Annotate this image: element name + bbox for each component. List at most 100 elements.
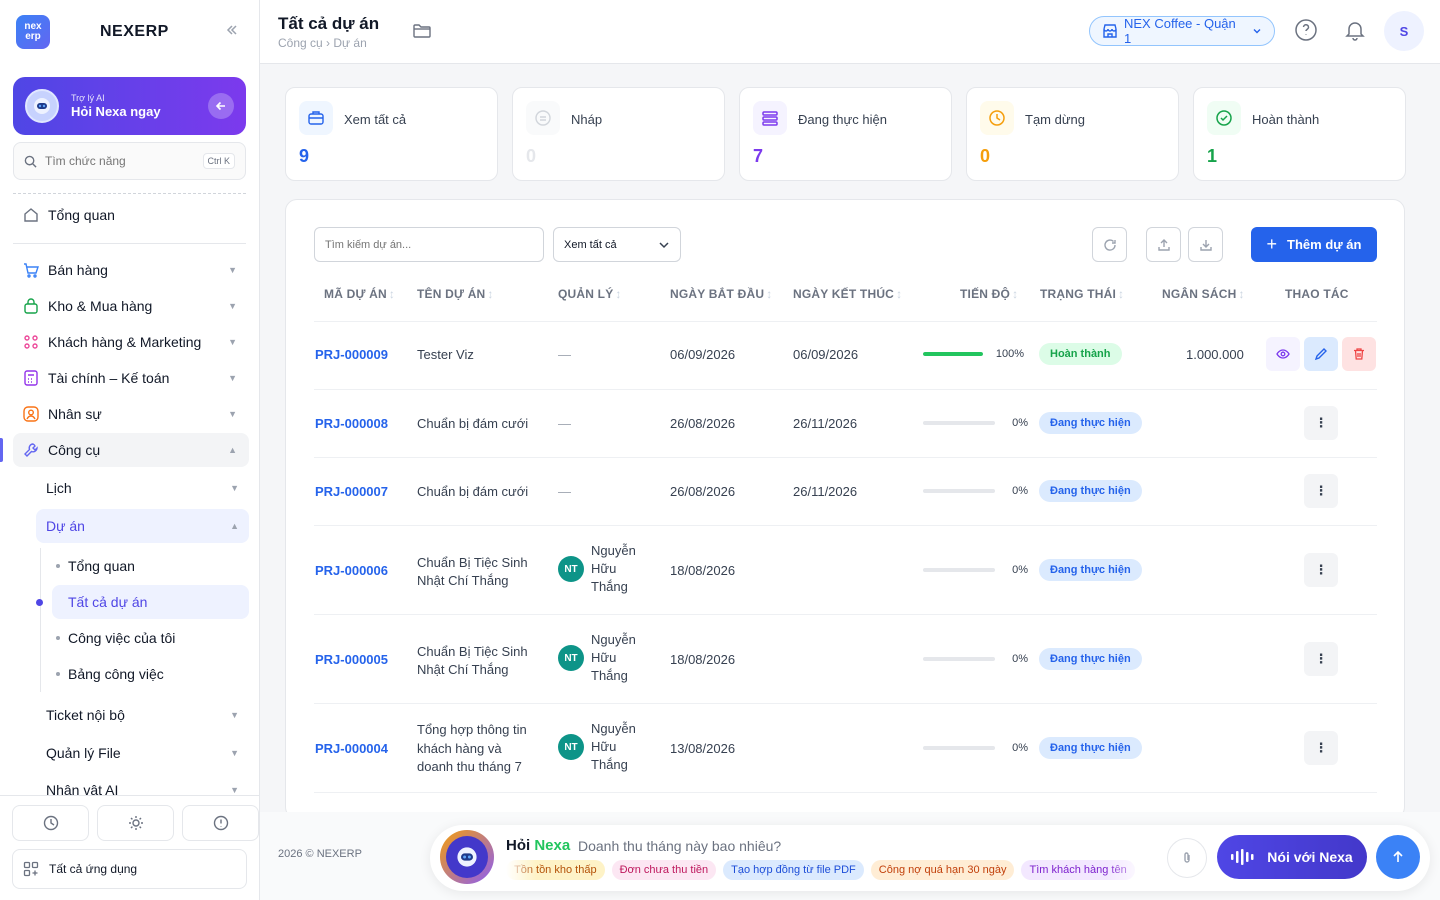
talk-to-nexa-button[interactable]: Nói với Nexa bbox=[1217, 835, 1367, 879]
sidebar-item-customers[interactable]: Khách hàng & Marketing ▼ bbox=[13, 325, 249, 359]
suggestion-chip[interactable]: Đơn chưa thu tiền bbox=[611, 860, 717, 880]
send-button[interactable] bbox=[1376, 835, 1420, 879]
search-icon bbox=[24, 155, 37, 168]
project-code[interactable]: PRJ-000008 bbox=[315, 416, 388, 431]
sidebar-item-tools[interactable]: Công cụ ▲ bbox=[13, 433, 249, 467]
column-header-manager[interactable]: QUẢN LÝ ↕ bbox=[558, 287, 622, 301]
draft-icon bbox=[526, 101, 560, 135]
nexa-avatar[interactable] bbox=[440, 830, 494, 884]
manager-empty: — bbox=[558, 347, 571, 362]
sidebar-item-overview[interactable]: Tổng quan bbox=[13, 198, 249, 232]
project-code[interactable]: PRJ-000006 bbox=[315, 563, 388, 578]
folder-icon[interactable] bbox=[412, 22, 432, 40]
column-header-name[interactable]: TÊN DỰ ÁN ↕ bbox=[417, 287, 494, 301]
ask-nexa-bar: Hỏi Nexa Doanh thu tháng này bao nhiêu? … bbox=[430, 825, 1430, 891]
sort-icon: ↕ bbox=[896, 287, 903, 301]
sidebar-item-label: Công cụ bbox=[48, 442, 101, 458]
delete-button[interactable] bbox=[1342, 337, 1376, 371]
bag-icon bbox=[21, 296, 41, 316]
alert-button[interactable] bbox=[182, 805, 259, 841]
add-project-button[interactable]: + Thêm dự án bbox=[1251, 227, 1377, 262]
column-header-start[interactable]: NGÀY BẮT ĐẦU ↕ bbox=[670, 287, 772, 301]
project-code[interactable]: PRJ-000005 bbox=[315, 652, 388, 667]
sidebar-search[interactable]: Ctrl K bbox=[13, 142, 246, 180]
suggestion-chip[interactable]: Công nợ quá hạn 30 ngày bbox=[870, 860, 1015, 880]
arrow-left-icon[interactable] bbox=[208, 93, 234, 119]
caret-down-icon: ▼ bbox=[228, 265, 237, 275]
column-header-progress[interactable]: TIẾN ĐỘ ↕ bbox=[960, 287, 1018, 301]
all-apps-button[interactable]: Tất cả ứng dụng bbox=[12, 849, 247, 889]
ask-question[interactable]: Doanh thu tháng này bao nhiêu? bbox=[578, 838, 781, 854]
column-header-budget[interactable]: NGÂN SÁCH ↕ bbox=[1162, 287, 1245, 301]
sidebar-item-label: Tổng quan bbox=[68, 558, 135, 574]
more-actions-button[interactable]: ⋮ bbox=[1304, 406, 1338, 440]
sidebar-item-all-projects[interactable]: Tất cả dự án bbox=[36, 585, 249, 619]
sidebar-item-calendar[interactable]: Lịch ▼ bbox=[36, 471, 249, 505]
project-search-input[interactable] bbox=[314, 227, 544, 262]
divider bbox=[314, 321, 1377, 322]
project-code[interactable]: PRJ-000007 bbox=[315, 484, 388, 499]
history-button[interactable] bbox=[12, 805, 89, 841]
caret-down-icon: ▼ bbox=[228, 373, 237, 383]
sidebar-item-my-tasks[interactable]: Công việc của tôi bbox=[52, 621, 249, 655]
breadcrumb[interactable]: Công cụ › Dự án bbox=[278, 36, 367, 50]
ask-nexa-card[interactable]: Trợ lý AI Hỏi Nexa ngay bbox=[13, 77, 246, 135]
status-badge: Đang thực hiện bbox=[1039, 480, 1142, 502]
theme-button[interactable] bbox=[97, 805, 174, 841]
alert-icon bbox=[213, 815, 229, 831]
users-icon bbox=[21, 332, 41, 352]
help-icon[interactable] bbox=[1294, 18, 1318, 42]
bell-icon[interactable] bbox=[1343, 18, 1367, 42]
stat-card-draft[interactable]: Nháp 0 bbox=[512, 87, 725, 181]
chevron-down-icon bbox=[658, 239, 670, 251]
export-button[interactable] bbox=[1146, 227, 1181, 262]
attach-button[interactable] bbox=[1167, 838, 1207, 878]
suggestion-chip[interactable]: Tồn tồn kho thấp bbox=[506, 860, 605, 880]
divider bbox=[314, 525, 1377, 526]
sidebar-item-inventory[interactable]: Kho & Mua hàng ▼ bbox=[13, 289, 249, 323]
more-actions-button[interactable]: ⋮ bbox=[1304, 731, 1338, 765]
status-filter-select[interactable]: Xem tất cả bbox=[553, 227, 681, 262]
sidebar-item-projects-overview[interactable]: Tổng quan bbox=[52, 549, 249, 583]
project-code[interactable]: PRJ-000009 bbox=[315, 347, 388, 362]
import-button[interactable] bbox=[1188, 227, 1223, 262]
project-code[interactable]: PRJ-000004 bbox=[315, 741, 388, 756]
sidebar-item-task-board[interactable]: Bảng công việc bbox=[52, 657, 249, 691]
sidebar-item-projects[interactable]: Dự án ▲ bbox=[36, 509, 249, 543]
stat-value: 0 bbox=[526, 146, 537, 166]
column-header-code[interactable]: MÃ DỰ ÁN ↕ bbox=[324, 287, 395, 301]
suggestion-chip[interactable]: Tìm khách hàng tên bbox=[1021, 860, 1135, 880]
sidebar-item-hr[interactable]: Nhân sự ▼ bbox=[13, 397, 249, 431]
sidebar-search-input[interactable] bbox=[45, 154, 203, 168]
branch-selector[interactable]: NEX Coffee - Quận 1 bbox=[1089, 16, 1275, 46]
stat-card-in-progress[interactable]: Đang thực hiện 7 bbox=[739, 87, 952, 181]
kebab-icon: ⋮ bbox=[1314, 740, 1328, 755]
avatar[interactable]: S bbox=[1384, 11, 1424, 51]
sidebar-item-finance[interactable]: Tài chính – Kế toán ▼ bbox=[13, 361, 249, 395]
more-actions-button[interactable]: ⋮ bbox=[1304, 553, 1338, 587]
edit-button[interactable] bbox=[1304, 337, 1338, 371]
stat-card-paused[interactable]: Tạm dừng 0 bbox=[966, 87, 1179, 181]
collapse-sidebar-icon[interactable] bbox=[224, 22, 240, 38]
kebab-icon: ⋮ bbox=[1314, 483, 1328, 498]
sidebar-item-ticket[interactable]: Ticket nội bộ ▼ bbox=[36, 698, 249, 732]
more-actions-button[interactable]: ⋮ bbox=[1304, 642, 1338, 676]
column-header-status[interactable]: TRẠNG THÁI ↕ bbox=[1040, 287, 1124, 301]
sidebar: nex erp NEXERP Trợ lý AI Hỏi Nexa ngay C… bbox=[0, 0, 260, 900]
stat-card-done[interactable]: Hoàn thành 1 bbox=[1193, 87, 1406, 181]
view-button[interactable] bbox=[1266, 337, 1300, 371]
progress-value: 0% bbox=[1012, 742, 1028, 754]
project-name: Chuẩn Bị Tiệc Sinh Nhật Chí Thắng bbox=[417, 644, 528, 677]
refresh-button[interactable] bbox=[1092, 227, 1127, 262]
suggestion-chip[interactable]: Tạo hợp đồng từ file PDF bbox=[723, 860, 864, 880]
sidebar-item-sales[interactable]: Bán hàng ▼ bbox=[13, 253, 249, 287]
sidebar-item-label: Tổng quan bbox=[48, 207, 115, 223]
column-header-end[interactable]: NGÀY KẾT THÚC ↕ bbox=[793, 287, 902, 301]
sidebar-item-label: Nhân sự bbox=[48, 406, 102, 422]
sidebar-item-label: Tài chính – Kế toán bbox=[48, 370, 170, 386]
more-actions-button[interactable]: ⋮ bbox=[1304, 474, 1338, 508]
sidebar-item-files[interactable]: Quản lý File ▼ bbox=[36, 736, 249, 770]
stat-card-all[interactable]: Xem tất cả 9 bbox=[285, 87, 498, 181]
ask-title: Hỏi Nexa bbox=[506, 837, 571, 854]
caret-down-icon: ▼ bbox=[230, 483, 239, 493]
